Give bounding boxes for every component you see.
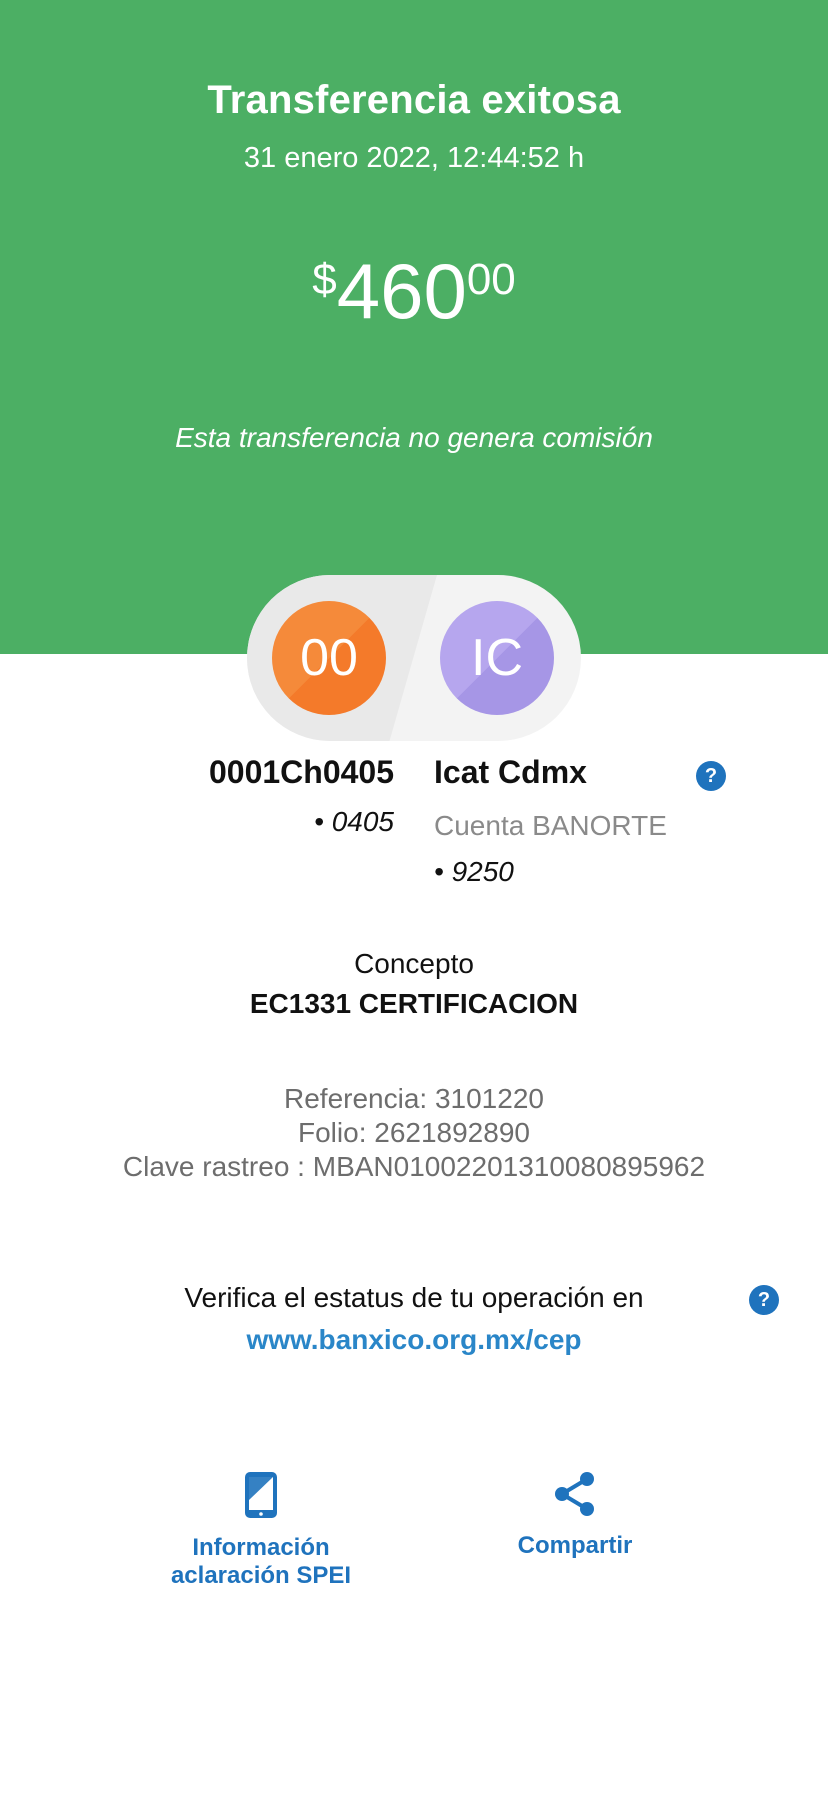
spei-clarification-line2: aclaración SPEI (170, 1562, 352, 1589)
verify-status-text: Verifica el estatus de tu operación en (184, 1282, 644, 1313)
page-title: Transferencia exitosa (207, 78, 621, 122)
sender-avatar: 00 (272, 601, 386, 715)
receiver-help-icon[interactable]: ? (696, 761, 726, 791)
share-icon (555, 1472, 594, 1516)
banxico-cep-link[interactable]: www.banxico.org.mx/cep (0, 1324, 828, 1356)
receiver-bank: Cuenta BANORTE (434, 810, 667, 841)
success-header: Transferencia exitosa 31 enero 2022, 12:… (0, 0, 828, 654)
amount-decimals: 00 (466, 255, 516, 304)
receiver-name: Icat Cdmx (434, 754, 587, 790)
amount-integer: 460 (336, 247, 467, 335)
sender-account: • 0405 (314, 806, 394, 837)
transfer-datetime: 31 enero 2022, 12:44:52 h (243, 142, 585, 174)
folio-number: Folio: 2621892890 (298, 1117, 530, 1148)
concept-value: EC1331 CERTIFICACION (249, 988, 579, 1019)
parties-avatar-pill: 00 IC (247, 575, 581, 741)
phone-icon (245, 1472, 277, 1518)
verify-help-icon[interactable]: ? (749, 1285, 779, 1315)
tracking-key: Clave rastreo : MBAN01002201310080895962 (122, 1151, 706, 1182)
reference-number: Referencia: 3101220 (284, 1083, 544, 1114)
sender-name: 0001Ch0405 (208, 754, 394, 790)
commission-note: Esta transferencia no genera comisión (175, 422, 653, 453)
receiver-account: • 9250 (434, 856, 514, 887)
concept-label: Concepto (354, 948, 474, 979)
transfer-receipt-screen: Transferencia exitosa 31 enero 2022, 12:… (0, 0, 828, 1813)
share-label: Compartir (517, 1532, 633, 1559)
spei-clarification-line1: Información (192, 1534, 330, 1561)
share-button[interactable]: Compartir (470, 1470, 680, 1560)
receiver-avatar: IC (440, 601, 554, 715)
transfer-amount: $46000 (0, 240, 828, 330)
spei-clarification-button[interactable]: Información aclaración SPEI (150, 1470, 372, 1590)
amount-currency: $ (312, 255, 337, 304)
